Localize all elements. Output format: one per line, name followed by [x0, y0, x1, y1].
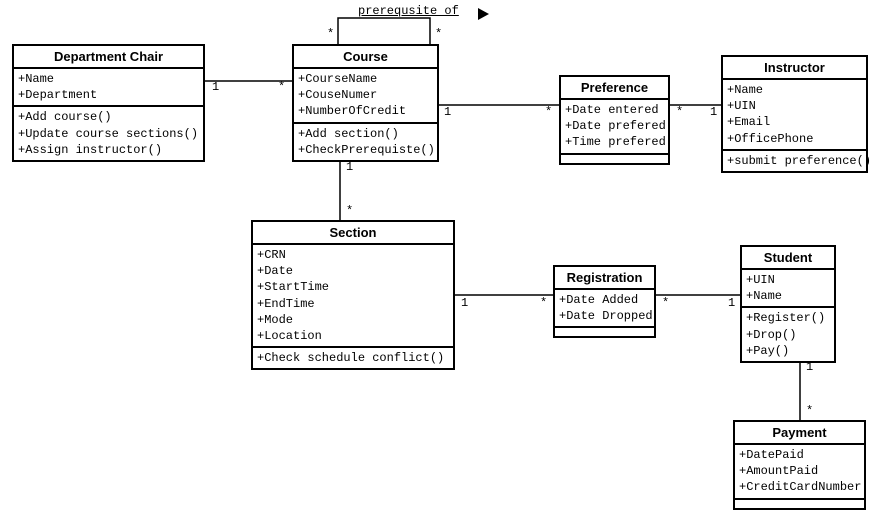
- op: +Check schedule conflict(): [257, 351, 444, 365]
- op: +Add course(): [18, 110, 112, 124]
- class-department-chair: Department Chair +Name +Department +Add …: [12, 44, 205, 162]
- attr: +Name: [18, 72, 54, 86]
- class-section: Section +CRN +Date +StartTime +EndTime +…: [251, 220, 455, 370]
- class-registration: Registration +Date Added +Date Dropped: [553, 265, 656, 338]
- attrs: +Name +UIN +Email +OfficePhone: [723, 80, 866, 151]
- class-title: Preference: [561, 77, 668, 100]
- op: +Pay(): [746, 344, 789, 358]
- attr: +Name: [746, 289, 782, 303]
- mult: 1: [728, 296, 735, 310]
- attrs: +UIN +Name: [742, 270, 834, 308]
- mult: *: [327, 27, 334, 41]
- ops-empty: [561, 155, 668, 163]
- mult: *: [278, 80, 285, 94]
- attr: +Location: [257, 329, 322, 343]
- op: +Add section(): [298, 127, 399, 141]
- ops-empty: [735, 500, 864, 508]
- attr: +Date: [257, 264, 293, 278]
- mult: *: [545, 105, 552, 119]
- class-title: Registration: [555, 267, 654, 290]
- attr: +CreditCardNumber: [739, 480, 861, 494]
- op: +Update course sections(): [18, 127, 198, 141]
- op: +Assign instructor(): [18, 143, 162, 157]
- attr: +OfficePhone: [727, 132, 813, 146]
- class-payment: Payment +DatePaid +AmountPaid +CreditCar…: [733, 420, 866, 510]
- class-title: Instructor: [723, 57, 866, 80]
- mult: 1: [346, 160, 353, 174]
- attr: +Email: [727, 115, 770, 129]
- attr: +StartTime: [257, 280, 329, 294]
- op: +CheckPrerequiste(): [298, 143, 435, 157]
- mult: *: [676, 105, 683, 119]
- ops: +Check schedule conflict(): [253, 348, 453, 368]
- class-instructor: Instructor +Name +UIN +Email +OfficePhon…: [721, 55, 868, 173]
- attr: +CouseNumer: [298, 88, 377, 102]
- mult: 1: [710, 105, 717, 119]
- attr: +EndTime: [257, 297, 315, 311]
- mult: 1: [444, 105, 451, 119]
- ops: +submit preference(): [723, 151, 866, 171]
- attr: +Department: [18, 88, 97, 102]
- ops: +Register() +Drop() +Pay(): [742, 308, 834, 361]
- attr: +NumberOfCredit: [298, 104, 406, 118]
- mult: *: [806, 404, 813, 418]
- ops: +Add course() +Update course sections() …: [14, 107, 203, 160]
- class-title: Section: [253, 222, 453, 245]
- attr: +Date Added: [559, 293, 638, 307]
- mult: 1: [212, 80, 219, 94]
- attr: +Date prefered: [565, 119, 666, 133]
- attr: +Name: [727, 83, 763, 97]
- class-title: Student: [742, 247, 834, 270]
- mult: *: [540, 296, 547, 310]
- attr: +DatePaid: [739, 448, 804, 462]
- class-title: Payment: [735, 422, 864, 445]
- mult: *: [662, 296, 669, 310]
- attr: +AmountPaid: [739, 464, 818, 478]
- class-student: Student +UIN +Name +Register() +Drop() +…: [740, 245, 836, 363]
- op: +Drop(): [746, 328, 796, 342]
- class-preference: Preference +Date entered +Date prefered …: [559, 75, 670, 165]
- mult: 1: [806, 360, 813, 374]
- attr: +Mode: [257, 313, 293, 327]
- attrs: +DatePaid +AmountPaid +CreditCardNumber: [735, 445, 864, 500]
- attrs: +Name +Department: [14, 69, 203, 107]
- op: +submit preference(): [727, 154, 871, 168]
- class-course: Course +CourseName +CouseNumer +NumberOf…: [292, 44, 439, 162]
- attrs: +Date Added +Date Dropped: [555, 290, 654, 328]
- mult: *: [435, 27, 442, 41]
- attr: +UIN: [746, 273, 775, 287]
- attrs: +Date entered +Date prefered +Time prefe…: [561, 100, 668, 155]
- attr: +CRN: [257, 248, 286, 262]
- class-title: Department Chair: [14, 46, 203, 69]
- ops: +Add section() +CheckPrerequiste(): [294, 124, 437, 160]
- attrs: +CourseName +CouseNumer +NumberOfCredit: [294, 69, 437, 124]
- op: +Register(): [746, 311, 825, 325]
- attr: +UIN: [727, 99, 756, 113]
- assoc-label-prerequisite: prerequsite of: [358, 4, 459, 18]
- mult: *: [346, 204, 353, 218]
- attr: +Time prefered: [565, 135, 666, 149]
- class-title: Course: [294, 46, 437, 69]
- mult: 1: [461, 296, 468, 310]
- ops-empty: [555, 328, 654, 336]
- attr: +CourseName: [298, 72, 377, 86]
- attrs: +CRN +Date +StartTime +EndTime +Mode +Lo…: [253, 245, 453, 348]
- attr: +Date Dropped: [559, 309, 653, 323]
- attr: +Date entered: [565, 103, 659, 117]
